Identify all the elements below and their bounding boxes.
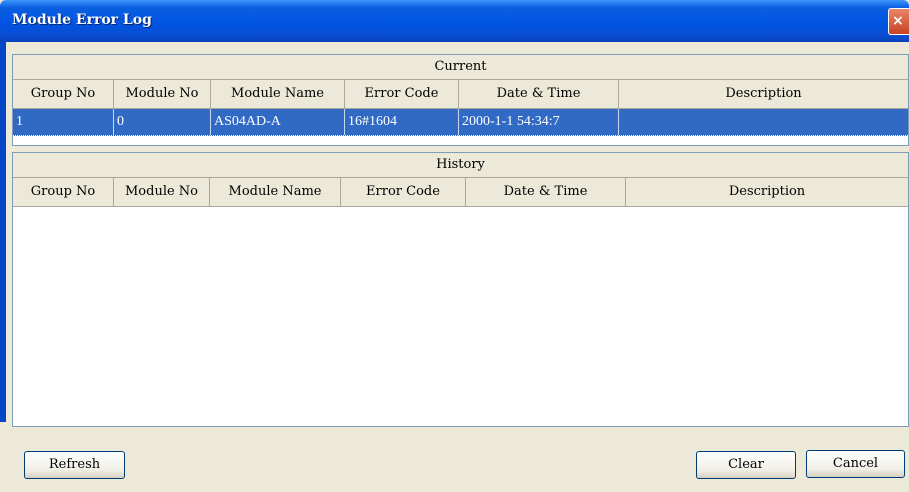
cell-date-time: 2000-1-1 54:34:7 (459, 109, 619, 135)
history-col-group-no[interactable]: Group No (13, 178, 114, 206)
current-col-module-no[interactable]: Module No (114, 80, 211, 108)
window-left-border (0, 42, 6, 422)
history-header-row: Group No Module No Module Name Error Cod… (13, 178, 908, 207)
history-col-date-time[interactable]: Date & Time (466, 178, 626, 206)
cell-module-no: 0 (114, 109, 211, 135)
history-col-module-name[interactable]: Module Name (210, 178, 341, 206)
cell-group-no: 1 (13, 109, 114, 135)
close-icon: × (892, 13, 904, 29)
module-error-log-dialog: Module Error Log × Current Group No Modu… (0, 0, 909, 492)
cancel-button[interactable]: Cancel (806, 450, 905, 478)
history-caption: History (13, 153, 908, 178)
current-caption: Current (13, 55, 908, 80)
title-bar: Module Error Log × (0, 0, 909, 42)
history-col-module-no[interactable]: Module No (114, 178, 210, 206)
current-col-group-no[interactable]: Group No (13, 80, 114, 108)
history-col-description[interactable]: Description (626, 178, 908, 206)
refresh-button[interactable]: Refresh (24, 451, 125, 479)
close-button[interactable]: × (888, 8, 909, 35)
cell-module-name: AS04AD-A (211, 109, 345, 135)
current-col-date-time[interactable]: Date & Time (459, 80, 619, 108)
current-col-description[interactable]: Description (619, 80, 908, 108)
current-error-grid: Current Group No Module No Module Name E… (12, 54, 909, 146)
window-title: Module Error Log (12, 12, 152, 28)
history-error-grid[interactable]: History Group No Module No Module Name E… (12, 152, 909, 427)
current-header-row: Group No Module No Module Name Error Cod… (13, 80, 908, 109)
cell-error-code: 16#1604 (345, 109, 459, 135)
clear-button[interactable]: Clear (696, 451, 796, 479)
current-col-error-code[interactable]: Error Code (345, 80, 459, 108)
cell-description (619, 109, 908, 135)
history-col-error-code[interactable]: Error Code (341, 178, 466, 206)
table-row[interactable]: 1 0 AS04AD-A 16#1604 2000-1-1 54:34:7 (13, 109, 908, 136)
current-col-module-name[interactable]: Module Name (211, 80, 345, 108)
